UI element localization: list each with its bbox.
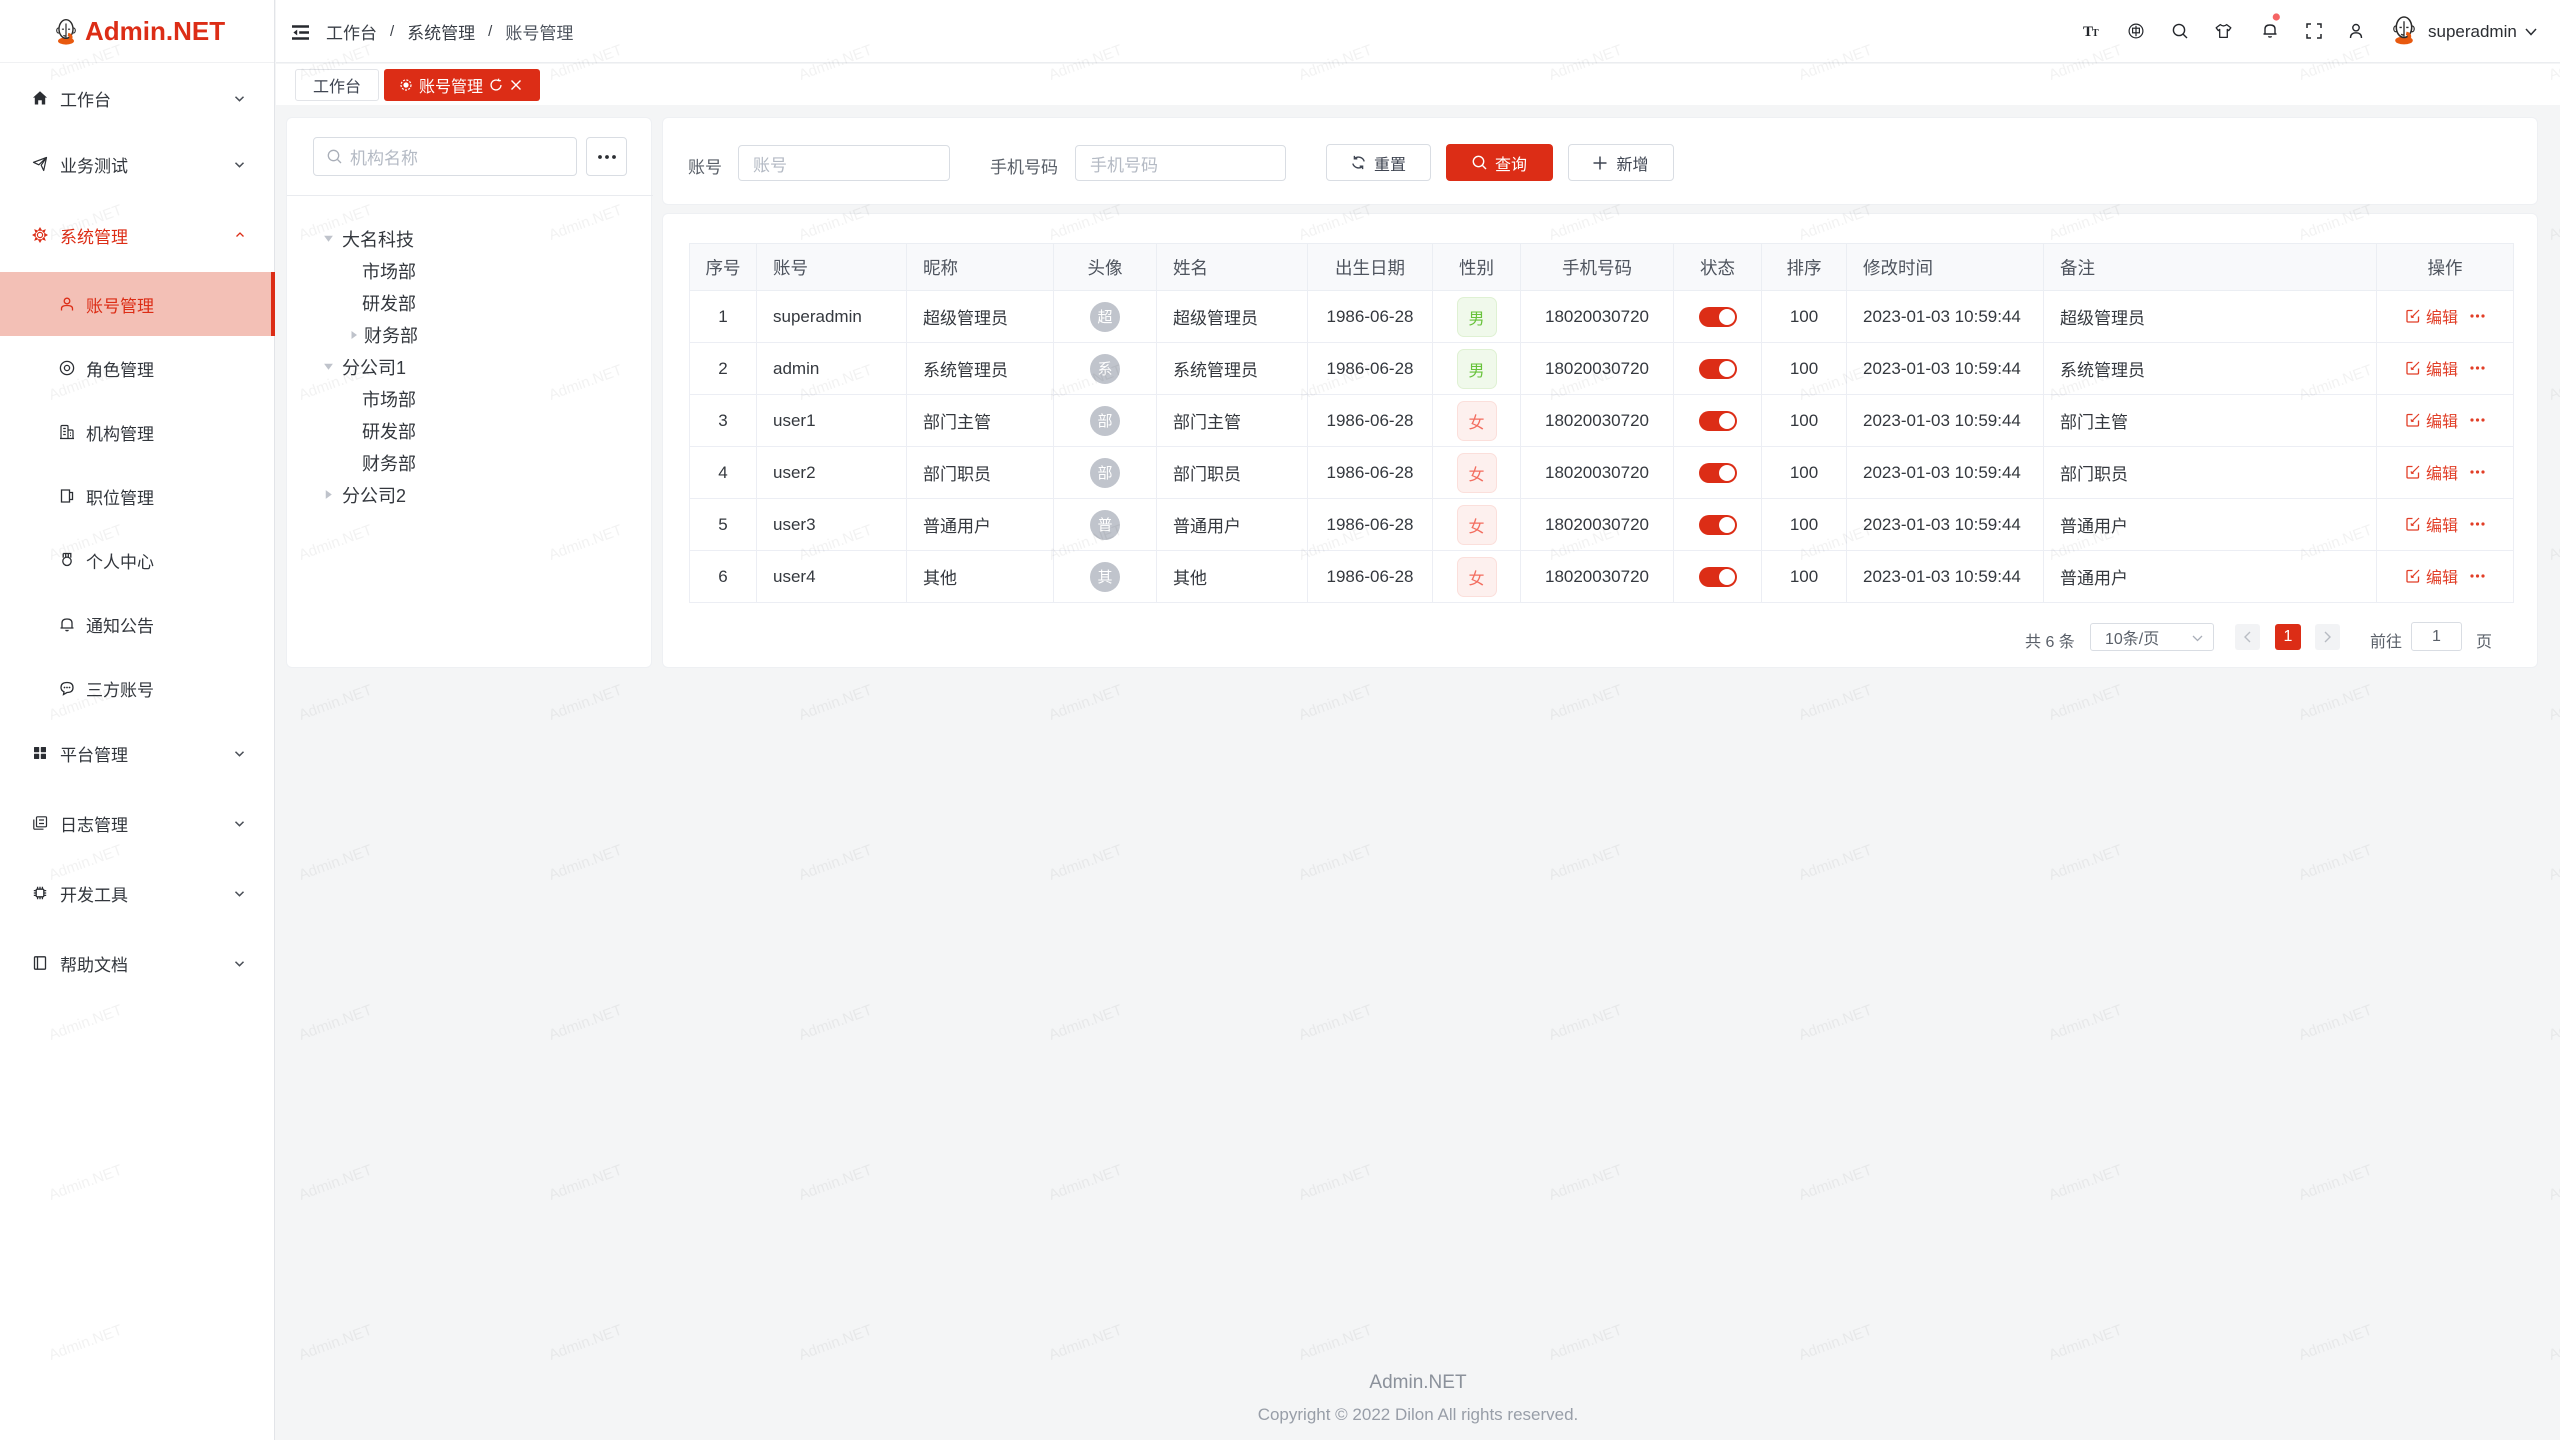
svg-text:T: T: [2092, 28, 2099, 39]
